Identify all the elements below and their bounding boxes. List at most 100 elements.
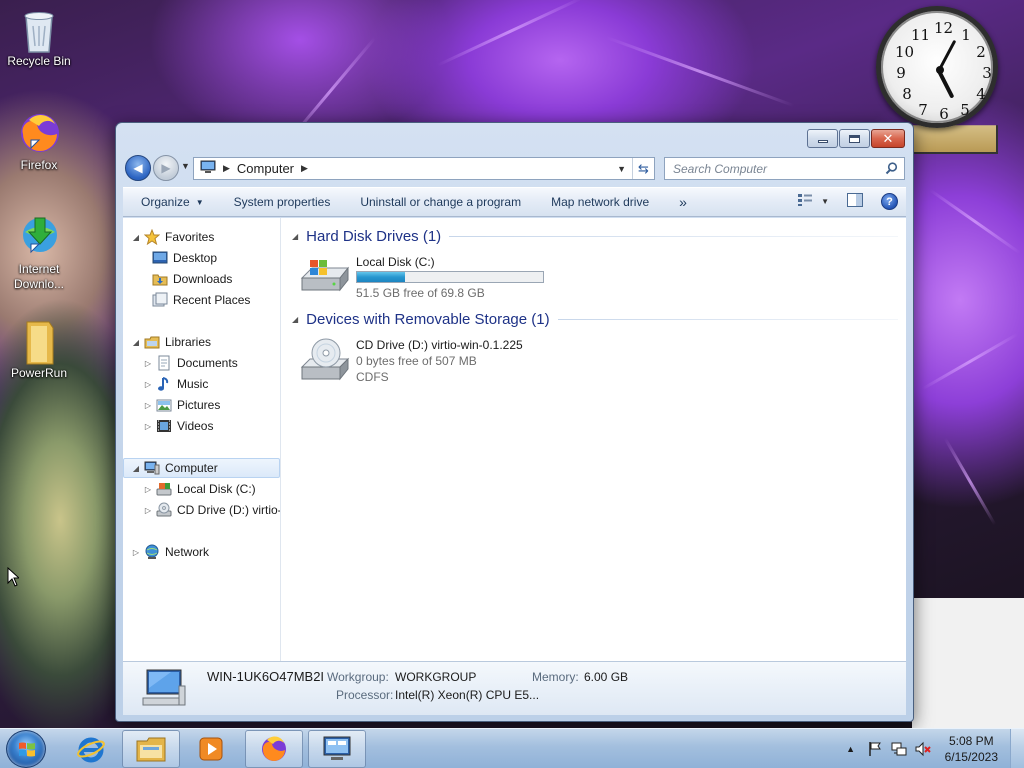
drive-free-space: 0 bytes free of 507 MB xyxy=(356,354,477,368)
volume-muted-icon[interactable] xyxy=(915,741,931,757)
workgroup-value: WORKGROUP xyxy=(395,670,477,684)
clock-number: 7 xyxy=(918,101,928,119)
clock-number: 11 xyxy=(911,26,931,44)
cd-drive-icon xyxy=(156,502,172,518)
nav-libraries-label: Libraries xyxy=(165,335,212,349)
nav-favorites[interactable]: ◢ Favorites xyxy=(131,227,214,247)
breadcrumb-separator-icon[interactable]: ▶ xyxy=(301,163,308,174)
organize-label: Organize xyxy=(141,195,190,209)
search-icon[interactable] xyxy=(885,162,898,178)
taskbar-clock[interactable]: 5:08 PM 6/15/2023 xyxy=(945,733,998,765)
desktop-icon-internet-download[interactable]: Internet Downlo... xyxy=(1,214,77,292)
clock-number: 10 xyxy=(895,43,915,61)
nav-documents[interactable]: ▷ Documents xyxy=(143,353,238,373)
navigation-pane[interactable]: ◢ Favorites Desktop Downloads Recent Pla… xyxy=(123,218,281,661)
taskbar-system-window[interactable] xyxy=(308,730,366,768)
search-input[interactable]: Search Computer xyxy=(664,157,905,180)
maximize-button[interactable] xyxy=(839,129,870,148)
back-button[interactable]: ◀ xyxy=(125,155,151,181)
chevron-down-icon: ▼ xyxy=(821,197,829,206)
taskbar-windows-explorer[interactable] xyxy=(122,730,180,768)
start-button[interactable] xyxy=(6,730,46,768)
group-header-removable[interactable]: ◢ Devices with Removable Storage (1) xyxy=(292,309,898,329)
computer-icon xyxy=(144,460,160,476)
pictures-icon xyxy=(156,397,172,413)
desktop-icon xyxy=(152,250,168,266)
expanded-arrow-icon[interactable]: ◢ xyxy=(131,464,141,473)
taskbar-media-player[interactable] xyxy=(182,730,240,768)
nav-network-label: Network xyxy=(165,545,210,559)
expanded-arrow-icon[interactable]: ◢ xyxy=(131,338,141,347)
address-history-dropdown[interactable]: ▼ xyxy=(617,164,626,174)
nav-desktop[interactable]: Desktop xyxy=(152,248,217,268)
nav-network[interactable]: ▷ Network xyxy=(131,542,209,562)
forward-button[interactable]: ▶ xyxy=(153,155,179,181)
group-divider xyxy=(557,318,898,320)
preview-pane-button[interactable] xyxy=(847,193,863,210)
collapsed-arrow-icon[interactable]: ▷ xyxy=(143,380,153,389)
collapse-group-icon[interactable]: ◢ xyxy=(292,315,298,324)
desktop-icon-recycle-bin[interactable]: Recycle Bin xyxy=(1,6,77,69)
nav-computer[interactable]: ◢ Computer xyxy=(123,458,280,478)
action-center-flag-icon[interactable] xyxy=(867,741,883,757)
drive-item-local-disk[interactable]: Local Disk (C:) 51.5 GB free of 69.8 GB xyxy=(300,254,544,301)
collapsed-arrow-icon[interactable]: ▷ xyxy=(143,506,153,515)
collapsed-arrow-icon[interactable]: ▷ xyxy=(143,401,153,410)
desktop-icon-powerrun[interactable]: PowerRun xyxy=(1,318,77,381)
collapsed-arrow-icon[interactable]: ▷ xyxy=(143,359,153,368)
breadcrumb-separator-icon[interactable]: ▶ xyxy=(223,163,230,174)
nav-music[interactable]: ▷ Music xyxy=(143,374,208,394)
desktop-icon-firefox[interactable]: Firefox xyxy=(1,110,77,173)
desktop-icon-label: Internet Downlo... xyxy=(13,262,65,291)
change-view-button[interactable]: ▼ xyxy=(797,193,829,210)
taskbar-date: 6/15/2023 xyxy=(944,750,998,764)
collapsed-arrow-icon[interactable]: ▷ xyxy=(143,485,153,494)
forward-arrow-icon: ▶ xyxy=(161,161,171,175)
music-icon xyxy=(156,376,172,392)
nav-pictures-label: Pictures xyxy=(177,398,221,412)
nav-recent-places[interactable]: Recent Places xyxy=(152,290,250,310)
taskbar-firefox[interactable] xyxy=(245,730,303,768)
nav-favorites-label: Favorites xyxy=(165,230,215,244)
drive-item-cd-drive[interactable]: CD Drive (D:) virtio-win-0.1.225 0 bytes… xyxy=(300,337,523,385)
network-status-icon[interactable] xyxy=(891,741,907,757)
recent-places-icon xyxy=(152,292,168,308)
expanded-arrow-icon[interactable]: ◢ xyxy=(131,233,141,242)
group-header-hard-disks[interactable]: ◢ Hard Disk Drives (1) xyxy=(292,226,898,246)
collapse-group-icon[interactable]: ◢ xyxy=(292,232,298,241)
recent-pages-dropdown[interactable]: ▼ xyxy=(181,161,190,171)
nav-downloads[interactable]: Downloads xyxy=(152,269,232,289)
drive-free-space: 51.5 GB free of 69.8 GB xyxy=(356,286,485,300)
collapsed-arrow-icon[interactable]: ▷ xyxy=(143,422,153,431)
taskbar-internet-explorer[interactable] xyxy=(62,730,120,768)
close-button[interactable]: ✕ xyxy=(871,129,905,148)
videos-icon xyxy=(156,418,172,434)
nav-local-disk[interactable]: ▷ Local Disk (C:) xyxy=(143,479,256,499)
show-hidden-icons-button[interactable]: ▲ xyxy=(843,741,859,757)
desktop-icon-label: PowerRun xyxy=(10,366,68,380)
nav-videos[interactable]: ▷ Videos xyxy=(143,416,214,436)
organize-button[interactable]: Organize ▼ xyxy=(123,195,219,209)
help-button[interactable]: ? xyxy=(881,193,898,210)
refresh-button[interactable]: ⇆ xyxy=(632,158,654,179)
show-desktop-button[interactable] xyxy=(1010,729,1024,768)
nav-cd-drive[interactable]: ▷ CD Drive (D:) virtio-w xyxy=(143,500,280,520)
system-properties-button[interactable]: System properties xyxy=(219,195,346,209)
nav-libraries[interactable]: ◢ Libraries xyxy=(131,332,211,352)
more-commands-button[interactable]: » xyxy=(664,194,702,210)
nav-pictures[interactable]: ▷ Pictures xyxy=(143,395,220,415)
address-bar[interactable]: ▶ Computer ▶ ▼ ⇆ xyxy=(193,157,655,180)
main-pane: ◢ Hard Disk Drives (1) Local Disk (C:) 5… xyxy=(282,218,906,661)
group-header-label: Devices with Removable Storage (1) xyxy=(306,310,550,328)
clock-center xyxy=(936,66,944,74)
minimize-button[interactable] xyxy=(807,129,838,148)
breadcrumb-computer[interactable]: Computer xyxy=(237,161,294,176)
computer-icon xyxy=(200,159,216,178)
firefox-icon xyxy=(262,736,286,761)
desktop-icon-label: Firefox xyxy=(20,158,58,172)
collapsed-arrow-icon[interactable]: ▷ xyxy=(131,548,141,557)
map-network-drive-button[interactable]: Map network drive xyxy=(536,195,664,209)
hour-hand xyxy=(937,70,955,99)
uninstall-program-button[interactable]: Uninstall or change a program xyxy=(345,195,536,209)
search-placeholder: Search Computer xyxy=(673,161,768,176)
